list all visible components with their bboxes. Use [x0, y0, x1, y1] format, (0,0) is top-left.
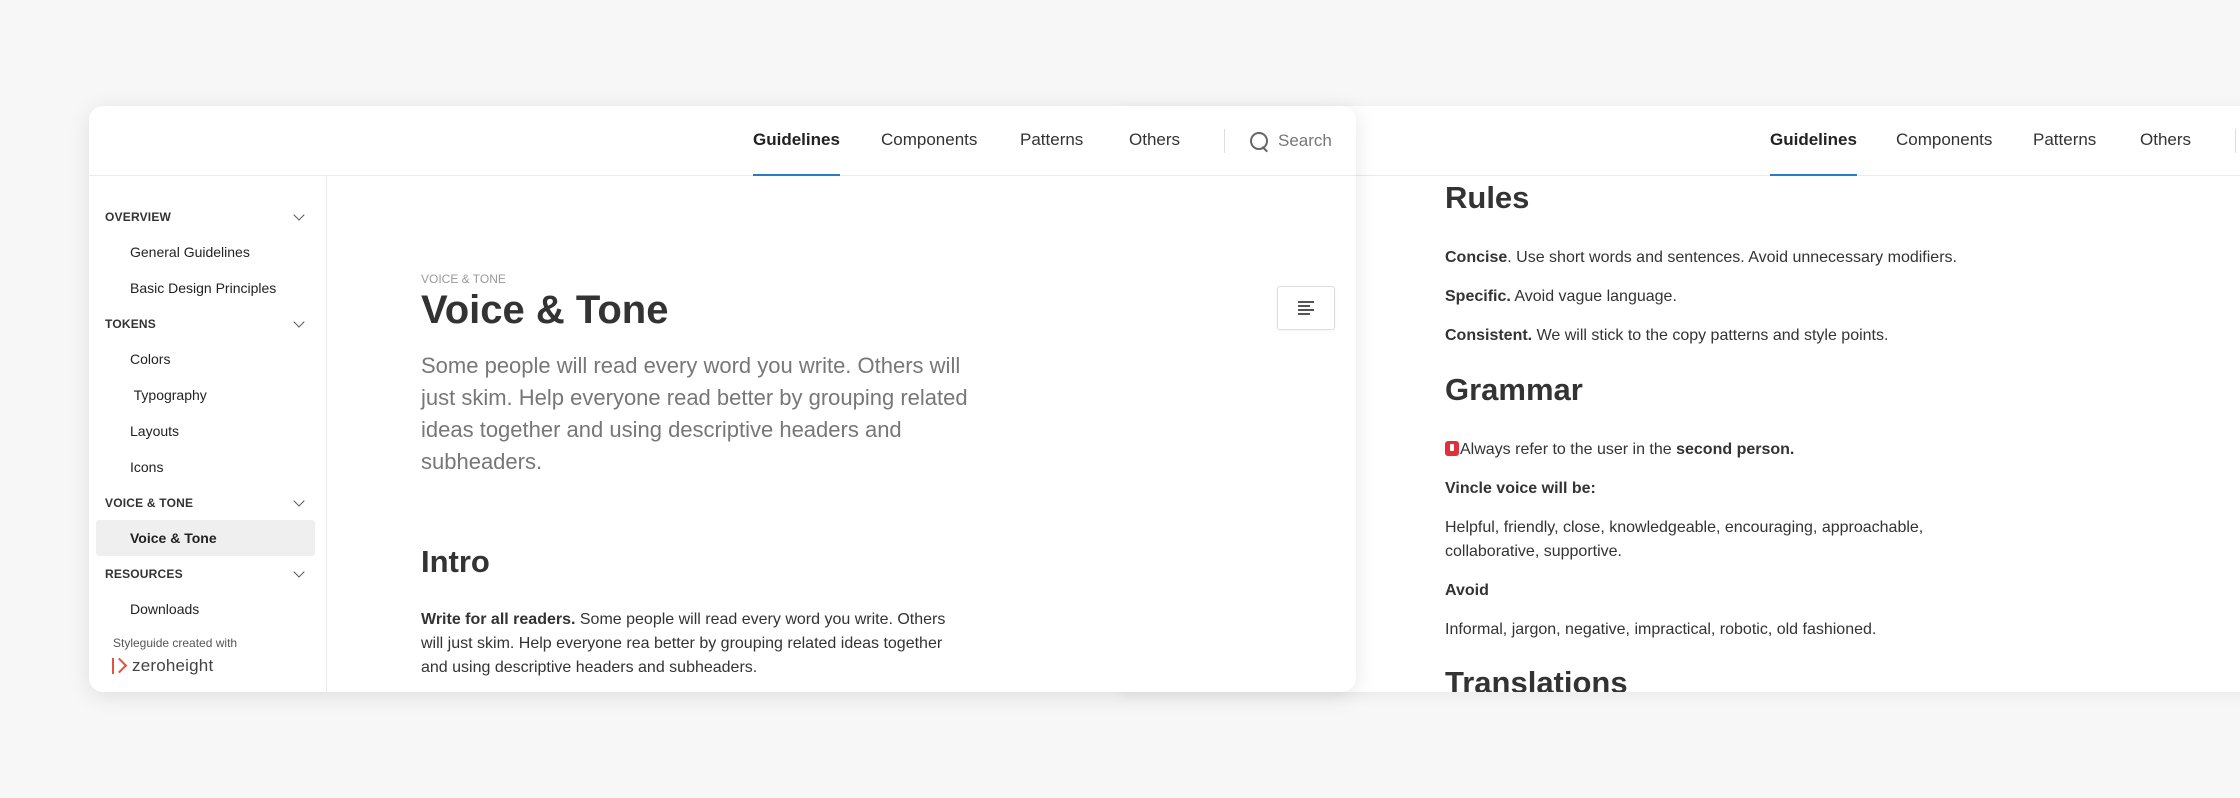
search-button[interactable]: Search [1249, 128, 1332, 154]
avoid-traits: Informal, jargon, negative, impractical,… [1445, 621, 1877, 638]
rule-specific: Specific. Avoid vague language. [1445, 285, 1677, 309]
section-heading-rules: Rules [1445, 180, 1530, 215]
sidebar-item-layouts[interactable]: Layouts [96, 413, 315, 449]
voice-heading: Vincle voice will be: [1445, 480, 1596, 497]
intro-bold: Write for all readers. [421, 611, 576, 628]
sidebar-item-voice-tone[interactable]: Voice & Tone [96, 520, 315, 556]
zeroheight-mark-icon [112, 657, 126, 675]
tab-components[interactable]: Components [1896, 130, 1992, 150]
rule-concise: Concise. Use short words and sentences. … [1445, 246, 1957, 270]
sidebar-section-title: TOKENS [105, 317, 156, 331]
sidebar-section-voice-tone[interactable]: VOICE & TONE [105, 492, 315, 514]
avoid-heading: Avoid [1445, 582, 1489, 599]
sidebar-item-basic-design-principles[interactable]: Basic Design Principles [96, 270, 315, 306]
sidebar-navigation: OVERVIEW General Guidelines Basic Design… [89, 176, 327, 692]
sidebar-section-resources[interactable]: RESOURCES [105, 563, 315, 585]
sidebar-item-icons[interactable]: Icons [96, 449, 315, 485]
chevron-down-icon [293, 495, 305, 507]
tab-patterns[interactable]: Patterns [1020, 130, 1083, 150]
top-navigation: Guidelines Components Patterns Others Se… [89, 106, 1356, 176]
voice-traits: Helpful, friendly, close, knowledgeable,… [1445, 519, 1924, 560]
chevron-down-icon [293, 316, 305, 328]
sidebar-section-title: VOICE & TONE [105, 496, 194, 510]
page-title: Voice & Tone [421, 288, 669, 332]
rule-text: Avoid vague language. [1510, 288, 1677, 305]
sidebar-item-typography[interactable]: Typography [96, 377, 315, 413]
docs-window-main: Guidelines Components Patterns Others Se… [89, 106, 1356, 692]
nav-divider [1224, 129, 1225, 153]
sidebar-item-general-guidelines[interactable]: General Guidelines [96, 234, 315, 270]
grammar-note-text: Always refer to the user in the [1460, 441, 1677, 458]
nav-divider [2235, 129, 2236, 153]
list-icon [1298, 301, 1316, 315]
intro-paragraph: Write for all readers. Some people will … [421, 608, 961, 680]
table-of-contents-button[interactable] [1277, 286, 1335, 330]
chevron-down-icon [293, 209, 305, 221]
main-content: VOICE & TONE Voice & Tone Some people wi… [327, 176, 1356, 692]
zeroheight-logo[interactable]: zeroheight [112, 656, 213, 676]
tab-others[interactable]: Others [2140, 130, 2191, 150]
sidebar-section-tokens[interactable]: TOKENS [105, 313, 315, 335]
sidebar-section-title: OVERVIEW [105, 210, 172, 224]
sidebar-item-colors[interactable]: Colors [96, 341, 315, 377]
tab-patterns[interactable]: Patterns [2033, 130, 2096, 150]
chevron-down-icon [293, 566, 305, 578]
search-icon [1249, 131, 1269, 151]
rule-consistent: Consistent. We will stick to the copy pa… [1445, 324, 1888, 348]
tab-guidelines[interactable]: Guidelines [753, 130, 840, 176]
rule-term: Specific. [1445, 288, 1511, 305]
rule-term: Consistent. [1445, 327, 1533, 344]
section-heading-grammar: Grammar [1445, 372, 1583, 407]
grammar-note-bold: second person. [1676, 441, 1795, 458]
search-label: Search [1278, 131, 1332, 150]
section-heading-intro: Intro [421, 544, 490, 579]
tab-others[interactable]: Others [1129, 130, 1180, 150]
brand-name: zeroheight [132, 656, 214, 675]
page-category: VOICE & TONE [421, 272, 506, 286]
rule-term: Concise [1445, 249, 1508, 266]
grammar-note: Always refer to the user in the second p… [1445, 438, 1794, 462]
alert-icon [1445, 441, 1459, 456]
rule-text: . Use short words and sentences. Avoid u… [1507, 249, 1957, 266]
page-intro-lead: Some people will read every word you wri… [421, 353, 968, 474]
styleguide-credit: Styleguide created with [113, 636, 238, 650]
sidebar-section-overview[interactable]: OVERVIEW [105, 206, 315, 228]
tab-guidelines[interactable]: Guidelines [1770, 130, 1857, 176]
section-heading-translations: Translations [1445, 665, 1628, 692]
sidebar-section-title: RESOURCES [105, 567, 183, 581]
sidebar-footer: Styleguide created with zeroheight [89, 616, 326, 692]
rule-text: We will stick to the copy patterns and s… [1532, 327, 1889, 344]
tab-components[interactable]: Components [881, 130, 977, 150]
